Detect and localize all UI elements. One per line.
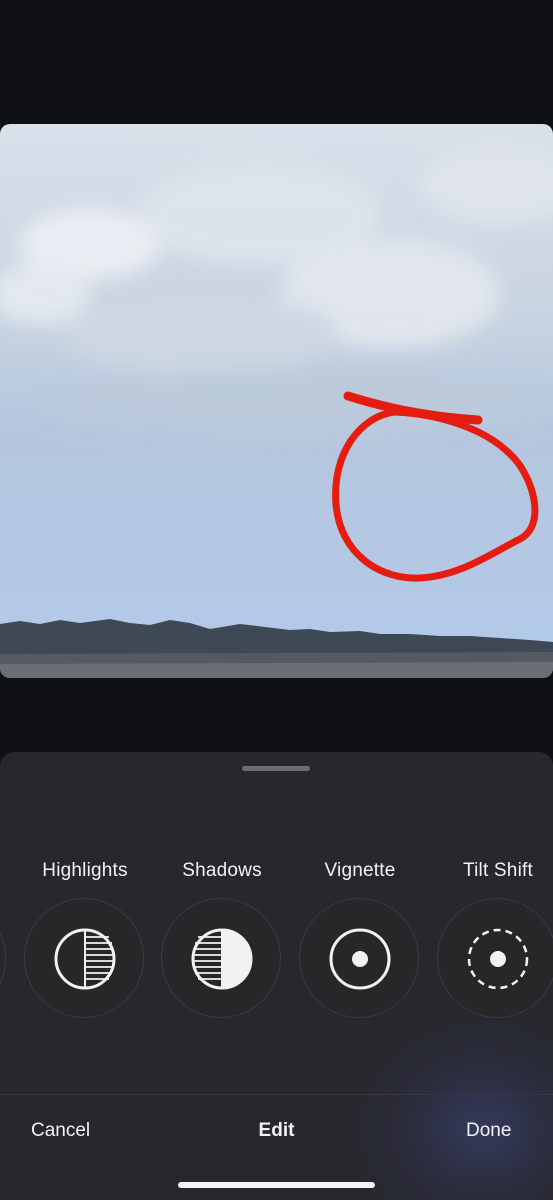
done-button[interactable]: Done bbox=[466, 1120, 511, 1142]
previous-tool-ring bbox=[0, 898, 6, 1018]
tool-label-vignette: Vignette bbox=[324, 860, 396, 881]
adjustments-panel: Highlights Shadows Vignette Tilt Shift C… bbox=[0, 752, 553, 1200]
tool-previous[interactable] bbox=[0, 752, 9, 1032]
vignette-button[interactable] bbox=[299, 898, 419, 1018]
shadows-button[interactable] bbox=[161, 898, 281, 1018]
tool-label-shadows: Shadows bbox=[182, 860, 262, 881]
tool-label-tilt-shift: Tilt Shift bbox=[463, 860, 533, 881]
tool-label-highlights: Highlights bbox=[42, 860, 128, 881]
toolbar-divider bbox=[0, 1094, 553, 1095]
photo-preview[interactable] bbox=[0, 124, 553, 678]
photo-image bbox=[0, 124, 553, 678]
editor-screen: Highlights Shadows Vignette Tilt Shift C… bbox=[0, 0, 553, 1200]
tool-tilt-shift[interactable]: Tilt Shift bbox=[436, 752, 553, 1032]
shadows-icon bbox=[191, 928, 253, 990]
highlights-icon bbox=[54, 928, 116, 990]
home-indicator bbox=[178, 1182, 375, 1188]
vignette-icon bbox=[329, 928, 391, 990]
tool-highlights[interactable]: Highlights bbox=[23, 752, 147, 1032]
highlights-button[interactable] bbox=[24, 898, 144, 1018]
tilt-shift-button[interactable] bbox=[437, 898, 553, 1018]
tool-vignette[interactable]: Vignette bbox=[298, 752, 422, 1032]
tool-shadows[interactable]: Shadows bbox=[160, 752, 284, 1032]
tilt-shift-icon bbox=[467, 928, 529, 990]
